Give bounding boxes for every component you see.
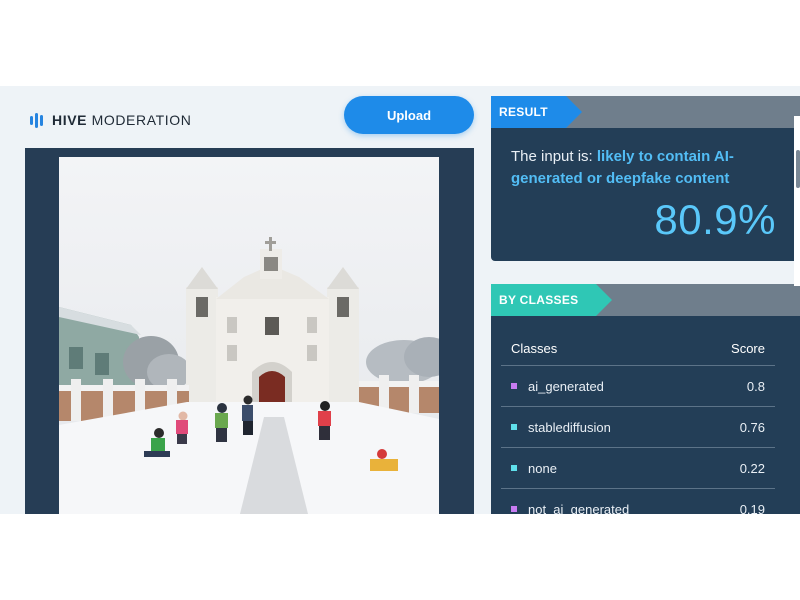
result-score: 80.9% (654, 196, 776, 243)
class-name: stablediffusion (528, 419, 611, 435)
result-card-header: RESULT (491, 96, 800, 128)
classes-table-header: Classes Score (501, 332, 775, 366)
app-window: HIVE MODERATION Upload RESULT The input … (0, 86, 800, 514)
class-name: none (528, 460, 557, 476)
snowy-church-photo (59, 157, 439, 514)
result-card: RESULT The input is: likely to contain A… (491, 96, 800, 261)
class-score: 0.76 (739, 419, 765, 435)
brand-name-strong: HIVE (52, 112, 88, 128)
table-row: none 0.22 (501, 448, 775, 489)
class-color-dot (511, 506, 517, 512)
result-verdict: The input is: likely to contain AI-gener… (511, 146, 781, 190)
brand-name: HIVE MODERATION (52, 112, 191, 128)
by-classes-header: BY CLASSES (491, 284, 800, 316)
result-tag: RESULT (491, 96, 582, 128)
table-row: ai_generated 0.8 (501, 366, 775, 407)
by-classes-card: BY CLASSES Classes Score ai_generated 0.… (491, 284, 800, 514)
class-score: 0.8 (746, 378, 765, 394)
uploaded-image[interactable] (59, 157, 439, 514)
scrollbar-thumb[interactable] (796, 150, 800, 188)
class-score: 0.19 (739, 501, 765, 515)
class-score: 0.22 (739, 460, 765, 476)
class-color-dot (511, 383, 517, 389)
by-classes-tag: BY CLASSES (491, 284, 614, 316)
class-color-dot (511, 424, 517, 430)
score-column-header: Score (731, 341, 765, 356)
scrollbar-track[interactable] (794, 116, 800, 286)
class-color-dot (511, 465, 517, 471)
upload-button[interactable]: Upload (344, 96, 474, 134)
classes-column-header: Classes (511, 341, 558, 356)
table-row: stablediffusion 0.76 (501, 407, 775, 448)
table-row: not_ai_generated 0.19 (501, 489, 775, 514)
result-prefix: The input is: (511, 148, 597, 165)
brand-logo[interactable]: HIVE MODERATION (30, 112, 191, 128)
image-preview-panel (25, 148, 474, 514)
class-name: not_ai_generated (528, 501, 630, 515)
hive-logo-icon (30, 112, 45, 128)
brand-name-light: MODERATION (91, 112, 192, 128)
class-name: ai_generated (528, 378, 604, 394)
